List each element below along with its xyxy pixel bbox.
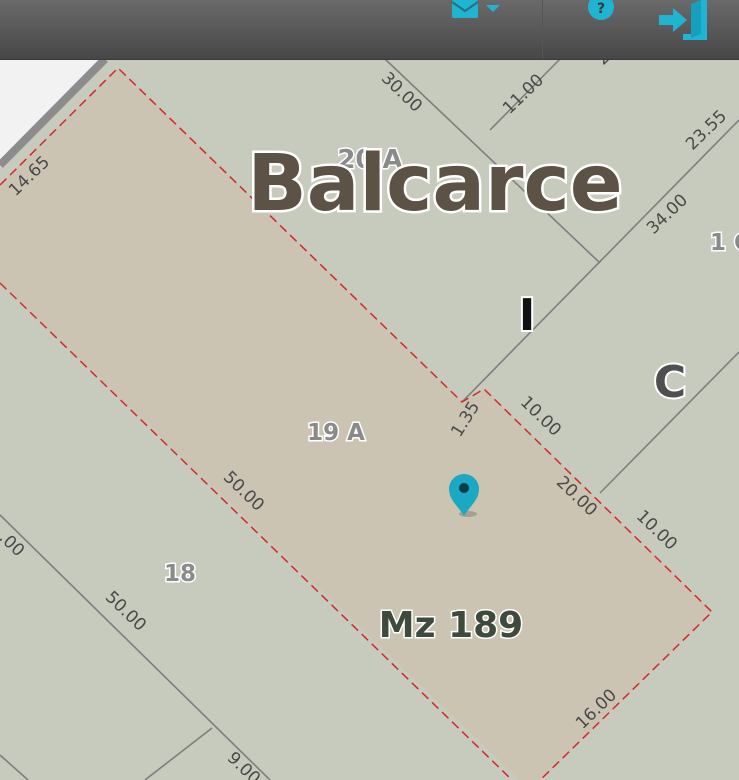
svg-text:?: ? (597, 1, 605, 17)
section-label-c: C (654, 357, 686, 408)
parcel-label-1c: 1 C (710, 230, 739, 256)
help-button[interactable]: ? (586, 0, 616, 22)
logout-icon (659, 0, 707, 40)
help-icon: ? (588, 0, 614, 20)
street-label: Balcarce (247, 139, 622, 229)
cadastral-map[interactable]: 30.00 11.00 2 23.55 34.00 14.65 1.35 10.… (0, 0, 739, 780)
messages-dropdown-button[interactable] (445, 0, 505, 22)
parcel-label-19a: 19 A (307, 420, 365, 446)
toolbar-divider (542, 0, 543, 59)
top-toolbar: ? (0, 0, 739, 60)
section-label-i: I (519, 290, 535, 341)
block-label: Mz 189 (379, 605, 523, 646)
logout-button[interactable] (652, 0, 712, 44)
envelope-icon (451, 0, 500, 18)
parcel-label-18: 18 (164, 561, 196, 587)
caret-down-icon (486, 5, 500, 12)
